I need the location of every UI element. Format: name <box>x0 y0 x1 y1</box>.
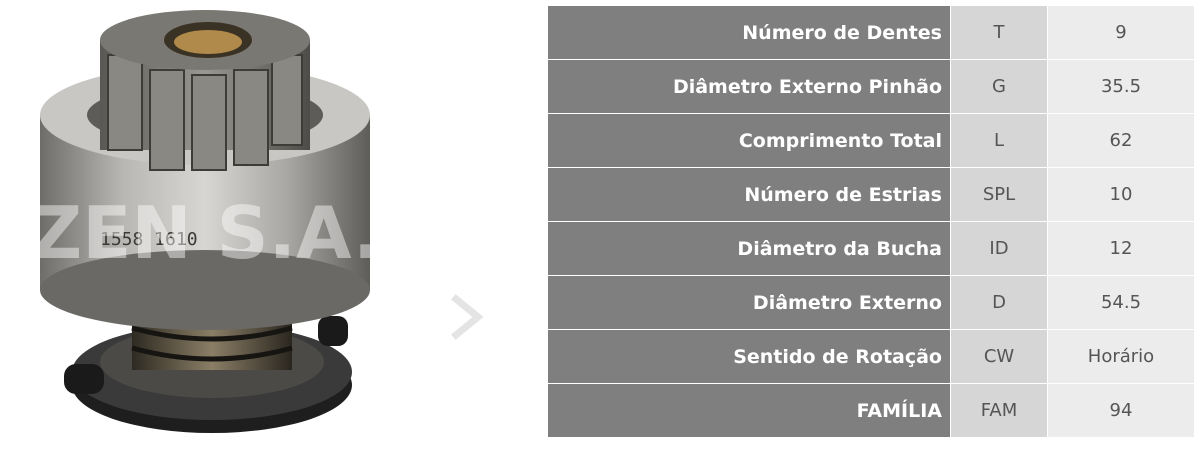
spec-row: Número de Dentes T 9 <box>547 5 1195 60</box>
spec-code: ID <box>950 221 1048 276</box>
spec-code: T <box>950 5 1048 60</box>
watermark: ZEN S.A. <box>30 191 380 275</box>
spec-label: Diâmetro Externo Pinhão <box>547 59 951 114</box>
spec-value: 10 <box>1047 167 1195 222</box>
spec-label: Diâmetro da Bucha <box>547 221 951 276</box>
spec-code: G <box>950 59 1048 114</box>
spec-value: 54.5 <box>1047 275 1195 330</box>
spec-label: Número de Estrias <box>547 167 951 222</box>
spec-value: 12 <box>1047 221 1195 276</box>
spec-label: Sentido de Rotação <box>547 329 951 384</box>
spec-row: FAMÍLIA FAM 94 <box>547 383 1195 438</box>
spec-row: Número de Estrias SPL 10 <box>547 167 1195 222</box>
specs-table: Número de Dentes T 9 Diâmetro Externo Pinhã… <box>547 5 1195 438</box>
spec-row: Diâmetro Externo Pinhão G 35.5 <box>547 59 1195 114</box>
spec-value: 62 <box>1047 113 1195 168</box>
spec-row: Diâmetro Externo D 54.5 <box>547 275 1195 330</box>
spec-code: CW <box>950 329 1048 384</box>
spec-value: 94 <box>1047 383 1195 438</box>
spec-label: FAMÍLIA <box>547 383 951 438</box>
spec-code: D <box>950 275 1048 330</box>
spec-row: Comprimento Total L 62 <box>547 113 1195 168</box>
spec-code: SPL <box>950 167 1048 222</box>
spec-value: 35.5 <box>1047 59 1195 114</box>
spec-label: Diâmetro Externo <box>547 275 951 330</box>
spec-row: Diâmetro da Bucha ID 12 <box>547 221 1195 276</box>
spec-label: Número de Dentes <box>547 5 951 60</box>
product-image: 1558 1610 ZEN S.A. <box>0 0 548 449</box>
chevron-right-icon[interactable] <box>448 293 488 341</box>
spec-value: 9 <box>1047 5 1195 60</box>
spec-code: L <box>950 113 1048 168</box>
spec-value: Horário <box>1047 329 1195 384</box>
spec-code: FAM <box>950 383 1048 438</box>
spec-row: Sentido de Rotação CW Horário <box>547 329 1195 384</box>
spec-label: Comprimento Total <box>547 113 951 168</box>
